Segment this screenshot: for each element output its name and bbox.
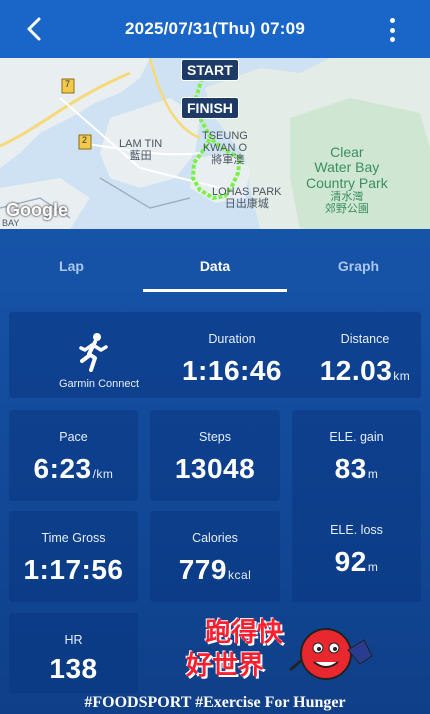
clear-water-cn-2: 郊野公園 [324, 203, 369, 216]
tab-lap[interactable]: Lap [0, 244, 143, 292]
road-2-label: 2 [82, 135, 88, 145]
ele-gain-label: ELE. gain [329, 430, 384, 444]
lohas-en: LOHAS PARK [212, 186, 282, 198]
ele-loss-label: ELE. loss [330, 523, 383, 537]
calories-unit: kcal [227, 568, 252, 582]
ele-loss-value-wrap: 92m [292, 546, 421, 578]
activity-datetime: 2025/07/31(Thu) 07:09 [125, 19, 305, 38]
calories-value-wrap: 779kcal [150, 554, 280, 586]
tab-bar: Lap Data Graph [0, 244, 430, 292]
steps-label: Steps [199, 430, 231, 444]
more-options-icon[interactable] [388, 18, 396, 42]
duration-label: Duration [208, 332, 256, 346]
pace-value: 6:23 [33, 453, 92, 484]
ele-gain-value-wrap: 83m [292, 453, 421, 485]
elevation-card: ELE. gain 83m ELE. loss 92m [292, 410, 421, 602]
top-bar: 2025/07/31(Thu) 07:09 [0, 0, 430, 58]
hr-value: 138 [49, 653, 98, 684]
time-gross-label: Time Gross [41, 531, 106, 545]
distance-value: 12.03 [319, 355, 393, 386]
place-clear-water-bay: Clear Water Bay Country Park 清水灣 郊野公園 [306, 144, 388, 216]
ele-gain-unit: m [367, 467, 379, 481]
duration-stat: Duration 1:16:46 [159, 312, 305, 387]
pace-label: Pace [59, 430, 88, 444]
back-arrow-icon[interactable] [22, 16, 48, 42]
time-gross-card: Time Gross 1:17:56 [9, 511, 138, 602]
ele-loss-unit: m [367, 560, 379, 574]
pace-value-wrap: 6:23/km [9, 453, 138, 485]
runner-icon [75, 332, 111, 372]
ele-gain-value: 83 [334, 453, 367, 484]
distance-stat: Distance 12.03km [309, 312, 421, 387]
place-lohas-park: LOHAS PARK 日出康城 [212, 186, 282, 210]
promo-cn-line1: 跑得快 [205, 618, 284, 648]
pace-card: Pace 6:23/km [9, 410, 138, 501]
bay-label: BAY [2, 218, 20, 228]
lam-tin-en: LAM TIN [119, 138, 163, 150]
lohas-cn: 日出康城 [224, 198, 269, 211]
calories-card: Calories 779kcal [150, 511, 280, 602]
duration-value: 1:16:46 [181, 355, 282, 386]
promo-cn-line2: 好世界 [186, 651, 265, 681]
pace-unit: /km [92, 467, 114, 481]
steps-value: 13048 [174, 453, 256, 484]
lam-tin-cn: 藍田 [129, 150, 152, 163]
clear-water-cn-1: 清水灣 [330, 191, 364, 204]
tko-en-2: KWAN O [202, 142, 248, 155]
steps-card: Steps 13048 [150, 410, 280, 501]
time-gross-value: 1:17:56 [23, 554, 124, 585]
promo-hashtag: #FOODSPORT #Exercise For Hunger [84, 694, 346, 711]
route-map[interactable]: 7 2 START FINISH LAM TIN 藍田 TSEUNG KWAN … [0, 58, 430, 229]
calories-label: Calories [192, 531, 238, 545]
place-lam-tin: LAM TIN 藍田 [119, 138, 162, 162]
distance-label: Distance [340, 332, 390, 346]
road-7-label: 7 [65, 79, 71, 89]
distance-unit: km [393, 369, 411, 383]
clear-water-1: Clear [330, 144, 364, 160]
place-tseung-kwan-o: TSEUNG KWAN O 將軍澳 [202, 130, 248, 166]
tko-cn: 將軍澳 [211, 154, 245, 167]
start-marker: START [181, 59, 239, 81]
mascot-icon [286, 620, 376, 692]
clear-water-3: Country Park [306, 174, 388, 191]
finish-marker: FINISH [181, 97, 239, 119]
clear-water-2: Water Bay [314, 159, 380, 176]
tko-en-1: TSEUNG [202, 130, 248, 142]
hr-card: HR 138 [9, 613, 138, 693]
hr-label: HR [64, 633, 83, 647]
tab-graph[interactable]: Graph [287, 244, 430, 292]
distance-value-wrap: 12.03km [309, 355, 421, 387]
ele-loss-value: 92 [334, 546, 367, 577]
summary-card: Garmin Connect Duration 1:16:46 Distance… [9, 312, 421, 398]
tab-data[interactable]: Data [143, 244, 287, 292]
calories-value: 779 [178, 554, 227, 585]
